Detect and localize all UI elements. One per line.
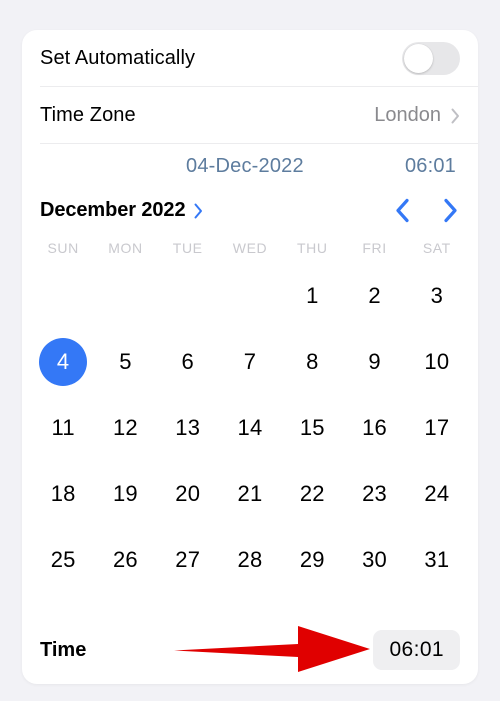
weekday-header-wed: WED [232, 240, 268, 256]
calendar-day-number[interactable]: 19 [101, 470, 149, 518]
calendar-day-cell[interactable]: 14 [219, 395, 281, 461]
calendar-day-cell[interactable]: 2 [343, 263, 405, 329]
calendar-day-cell[interactable]: 7 [219, 329, 281, 395]
calendar-day-number[interactable]: 21 [226, 470, 274, 518]
calendar-day-cell[interactable]: 12 [94, 395, 156, 461]
calendar-day-blank [219, 263, 281, 329]
time-zone-value: London [374, 104, 441, 126]
calendar-day-blank [32, 263, 94, 329]
calendar-day-cell[interactable]: 24 [406, 461, 468, 527]
calendar-day-grid[interactable]: 1 2 3 4 5 6 7 8 9 10 11 12 13 14 15 16 17 18 19 20 21 22 23 24 2… [22, 263, 478, 593]
row-separator [40, 143, 478, 144]
calendar-day-number[interactable]: 17 [413, 404, 461, 452]
calendar-day-number[interactable]: 31 [413, 536, 461, 584]
calendar-day-blank [94, 263, 156, 329]
calendar-day-number[interactable]: 14 [226, 404, 274, 452]
calendar-day-blank [157, 263, 219, 329]
calendar-weekday-header: SUN MON TUE WED THU FRI SAT [22, 233, 478, 263]
calendar-day-number[interactable]: 5 [101, 338, 149, 386]
calendar-day-number[interactable]: 6 [164, 338, 212, 386]
calendar-day-number[interactable]: 3 [413, 272, 461, 320]
calendar-day-number[interactable]: 20 [164, 470, 212, 518]
calendar-day-number[interactable]: 8 [288, 338, 336, 386]
summary-date-value[interactable]: 04-Dec-2022 [186, 155, 304, 178]
calendar-day-number[interactable]: 30 [351, 536, 399, 584]
calendar-day-cell[interactable]: 22 [281, 461, 343, 527]
calendar-day-cell[interactable]: 30 [343, 527, 405, 593]
date-time-settings-card: Set Automatically Time Zone London 04-De… [22, 30, 478, 684]
calendar-day-number[interactable]: 29 [288, 536, 336, 584]
chevron-right-icon[interactable] [443, 198, 458, 223]
calendar-day-number[interactable]: 12 [101, 404, 149, 452]
calendar-day-cell[interactable]: 5 [94, 329, 156, 395]
calendar-month-title[interactable]: December 2022 [40, 199, 186, 222]
calendar-day-cell[interactable]: 19 [94, 461, 156, 527]
summary-time-value[interactable]: 06:01 [405, 155, 456, 178]
chevron-right-icon[interactable] [194, 203, 203, 219]
calendar-day-number[interactable]: 27 [164, 536, 212, 584]
calendar-day-number[interactable]: 24 [413, 470, 461, 518]
calendar-day-cell[interactable]: 23 [343, 461, 405, 527]
weekday-header-sat: SAT [422, 240, 451, 256]
calendar-day-cell[interactable]: 28 [219, 527, 281, 593]
weekday-header-sun: SUN [47, 240, 79, 256]
chevron-left-icon[interactable] [395, 198, 410, 223]
calendar-day-number[interactable]: 28 [226, 536, 274, 584]
calendar-day-number[interactable]: 9 [351, 338, 399, 386]
time-value-field[interactable]: 06:01 [373, 630, 460, 670]
calendar-day-cell[interactable]: 26 [94, 527, 156, 593]
calendar-day-number[interactable]: 1 [288, 272, 336, 320]
calendar-day-cell[interactable]: 27 [157, 527, 219, 593]
calendar-day-number[interactable]: 25 [39, 536, 87, 584]
calendar-day-cell[interactable]: 17 [406, 395, 468, 461]
chevron-right-icon [451, 108, 459, 123]
set-automatically-row[interactable]: Set Automatically [22, 30, 478, 87]
weekday-header-fri: FRI [362, 240, 387, 256]
calendar-day-cell[interactable]: 15 [281, 395, 343, 461]
time-zone-row[interactable]: Time Zone London [22, 87, 478, 144]
calendar-day-number[interactable]: 7 [226, 338, 274, 386]
calendar-day-number[interactable]: 18 [39, 470, 87, 518]
calendar-day-cell[interactable]: 20 [157, 461, 219, 527]
calendar-day-number[interactable]: 13 [164, 404, 212, 452]
weekday-header-thu: THU [296, 240, 328, 256]
weekday-header-tue: TUE [172, 240, 203, 256]
calendar-day-cell[interactable]: 18 [32, 461, 94, 527]
calendar-day-cell[interactable]: 3 [406, 263, 468, 329]
calendar-day-cell[interactable]: 16 [343, 395, 405, 461]
calendar-day-number[interactable]: 16 [351, 404, 399, 452]
calendar-day-cell[interactable]: 31 [406, 527, 468, 593]
calendar-nav-controls [395, 198, 458, 223]
calendar-day-cell[interactable]: 11 [32, 395, 94, 461]
calendar-day-number[interactable]: 26 [101, 536, 149, 584]
calendar-day-cell[interactable]: 25 [32, 527, 94, 593]
calendar-day-cell[interactable]: 9 [343, 329, 405, 395]
time-zone-label: Time Zone [40, 104, 136, 126]
time-footer-label: Time [40, 638, 87, 661]
calendar-month-header: December 2022 [22, 188, 478, 233]
calendar-day-cell[interactable]: 10 [406, 329, 468, 395]
calendar-day-number[interactable]: 11 [39, 404, 87, 452]
calendar-day-selected[interactable]: 4 [39, 338, 88, 386]
calendar-day-cell[interactable]: 6 [157, 329, 219, 395]
set-automatically-toggle[interactable] [402, 42, 460, 75]
calendar-day-cell[interactable]: 29 [281, 527, 343, 593]
calendar-day-cell[interactable]: 1 [281, 263, 343, 329]
calendar-day-cell[interactable]: 13 [157, 395, 219, 461]
calendar-day-cell[interactable]: 4 [32, 329, 94, 395]
calendar-day-number[interactable]: 22 [288, 470, 336, 518]
calendar-day-number[interactable]: 10 [413, 338, 461, 386]
set-automatically-label: Set Automatically [40, 47, 196, 69]
calendar-day-number[interactable]: 15 [288, 404, 336, 452]
calendar-day-number[interactable]: 23 [351, 470, 399, 518]
toggle-knob [404, 44, 433, 73]
calendar-day-number[interactable]: 2 [351, 272, 399, 320]
selected-datetime-summary: 04-Dec-2022 06:01 [22, 144, 478, 188]
time-footer-row: Time 06:01 [22, 616, 478, 684]
calendar-day-cell[interactable]: 8 [281, 329, 343, 395]
calendar-day-cell[interactable]: 21 [219, 461, 281, 527]
weekday-header-mon: MON [108, 240, 143, 256]
